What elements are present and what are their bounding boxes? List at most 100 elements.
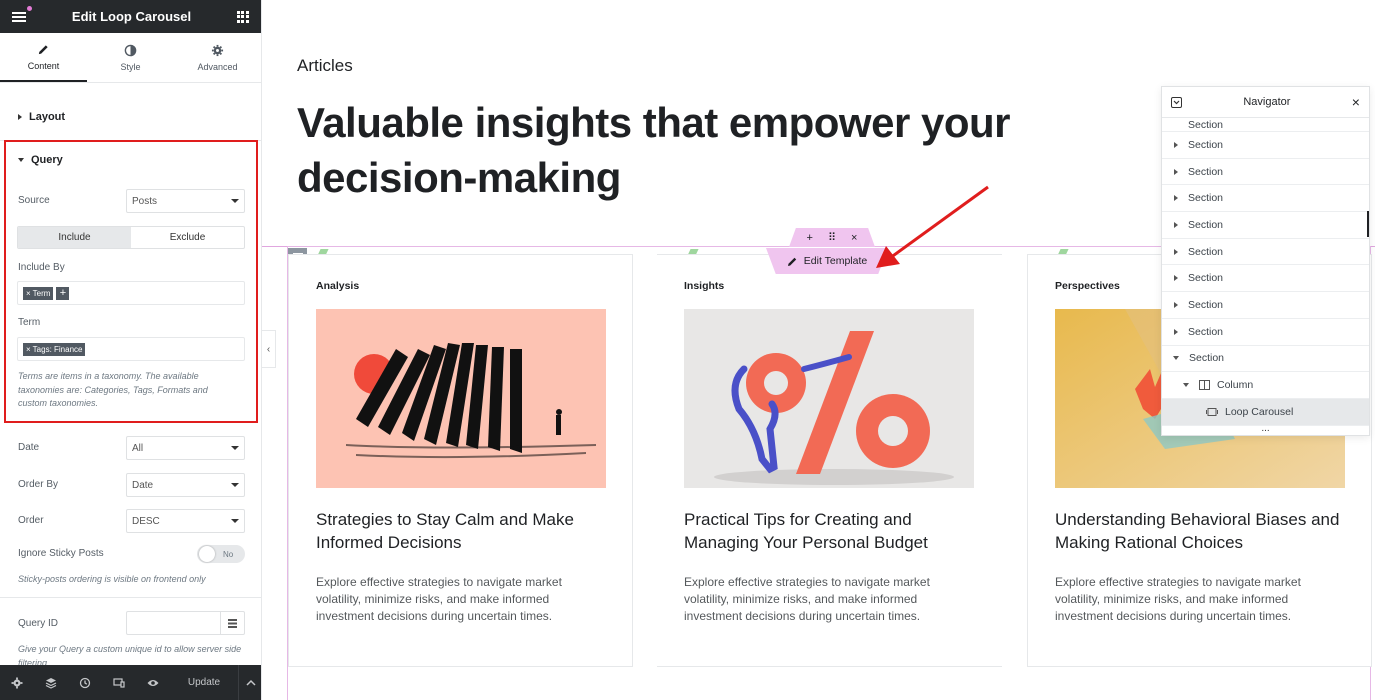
tag-remove-icon[interactable]: × <box>26 345 31 354</box>
panel-title: Edit Loop Carousel <box>71 9 192 24</box>
nav-item-label: Section <box>1188 192 1224 205</box>
nav-item-label: Section <box>1188 325 1224 338</box>
term-tag-text: Tags: Finance <box>32 344 83 354</box>
tag-remove-icon[interactable]: × <box>26 289 31 298</box>
nav-item-section-expanded[interactable]: Section <box>1162 346 1369 373</box>
panel-header: Edit Loop Carousel <box>0 0 261 33</box>
card-title[interactable]: Understanding Behavioral Biases and Maki… <box>1055 509 1355 554</box>
post-card[interactable]: Insights Practical Tips for Creating and… <box>657 254 1002 667</box>
term-tag: × Tags: Finance <box>23 342 86 356</box>
caret-right-icon <box>1174 221 1178 228</box>
tab-style-label: Style <box>120 61 141 72</box>
menu-icon[interactable] <box>12 5 32 22</box>
editor-panel: Edit Loop Carousel Content Style Advance… <box>0 0 262 700</box>
date-select[interactable]: All <box>126 436 245 460</box>
column-icon <box>1199 380 1210 391</box>
edit-template-label: Edit Template <box>803 255 868 267</box>
chevron-down-icon <box>231 446 239 450</box>
add-element-icon[interactable]: + <box>807 232 813 244</box>
chevron-up-icon <box>245 679 256 686</box>
widget-toolbar: + ⠿ × <box>789 228 875 247</box>
caret-right-icon <box>1174 248 1178 255</box>
query-id-label: Query ID <box>18 618 59 629</box>
divider <box>0 597 261 598</box>
caret-right-icon <box>1174 275 1178 282</box>
date-value: All <box>132 442 144 454</box>
card-category: Perspectives <box>1055 280 1120 292</box>
query-id-input[interactable] <box>126 611 245 635</box>
nav-item-section[interactable]: Section <box>1162 319 1369 346</box>
nav-item-loop-carousel[interactable]: Loop Carousel <box>1162 398 1369 426</box>
nav-item-section[interactable]: Section <box>1162 292 1369 319</box>
nav-item-label: Section <box>1189 352 1225 365</box>
drag-handle-icon[interactable]: ⠿ <box>828 231 836 244</box>
navigator-scrollbar[interactable] <box>1367 211 1369 237</box>
order-by-select[interactable]: Date <box>126 473 245 497</box>
nav-item-section[interactable]: Section <box>1162 159 1369 186</box>
responsive-button[interactable] <box>102 665 136 700</box>
panel-footer: Update <box>0 665 261 700</box>
nav-item-label: Column <box>1217 379 1254 392</box>
annotation-arrow <box>876 185 989 268</box>
nav-item-section[interactable]: Section <box>1162 239 1369 266</box>
card-image-dominoes[interactable] <box>316 309 606 488</box>
widgets-grid-icon[interactable] <box>236 10 249 23</box>
tab-content[interactable]: Content <box>0 33 87 82</box>
collapse-all-icon[interactable] <box>1171 96 1182 108</box>
gear-icon <box>211 44 224 56</box>
settings-button[interactable] <box>0 665 34 700</box>
source-select[interactable]: Posts <box>126 189 245 213</box>
history-button[interactable] <box>68 665 102 700</box>
collapse-panel-button[interactable]: ‹ <box>262 330 276 368</box>
chevron-down-icon <box>231 483 239 487</box>
chevron-down-icon <box>231 199 239 203</box>
close-icon[interactable]: × <box>1352 94 1360 110</box>
nav-item-column[interactable]: Column <box>1162 372 1369 399</box>
card-title[interactable]: Strategies to Stay Calm and Make Informe… <box>316 509 616 554</box>
card-category: Analysis <box>316 280 360 292</box>
layout-section-label: Layout <box>29 111 66 123</box>
add-tag-button[interactable]: + <box>56 286 70 300</box>
nav-item-section[interactable]: Section <box>1162 212 1369 239</box>
order-select[interactable]: DESC <box>126 509 245 533</box>
term-field[interactable]: × Tags: Finance <box>17 337 245 361</box>
update-button[interactable]: Update <box>170 665 238 700</box>
update-options-button[interactable] <box>238 665 261 700</box>
include-tab[interactable]: Include <box>18 227 131 248</box>
source-label: Source <box>18 195 50 206</box>
eye-icon <box>147 679 159 686</box>
dynamic-tags-button[interactable] <box>220 612 244 634</box>
caret-right-icon <box>1174 301 1178 308</box>
navigator-header: Navigator × <box>1162 87 1369 118</box>
nav-item-section[interactable]: Section <box>1162 265 1369 293</box>
tab-advanced[interactable]: Advanced <box>174 33 261 82</box>
exclude-tab[interactable]: Exclude <box>131 227 244 248</box>
query-section-toggle[interactable]: Query <box>0 154 81 166</box>
order-value: DESC <box>132 515 160 527</box>
delete-icon[interactable]: × <box>851 232 857 244</box>
preview-button[interactable] <box>136 665 170 700</box>
card-category: Insights <box>684 280 725 292</box>
caret-right-icon <box>1174 195 1178 202</box>
nav-item-section[interactable]: Section <box>1162 185 1369 213</box>
navigator-resize-handle[interactable]: ... <box>1162 423 1369 435</box>
nav-item-label: Section <box>1188 245 1224 258</box>
tab-style[interactable]: Style <box>87 33 174 82</box>
layout-section-toggle[interactable]: Layout <box>0 111 83 123</box>
nav-item-section[interactable]: Section <box>1162 118 1369 132</box>
ignore-sticky-toggle[interactable]: No <box>197 545 245 563</box>
navigator-button[interactable] <box>34 665 68 700</box>
include-by-field[interactable]: × Term + <box>17 281 245 305</box>
nav-item-section[interactable]: Section <box>1162 132 1369 159</box>
card-title[interactable]: Practical Tips for Creating and Managing… <box>684 509 984 554</box>
layers-icon <box>45 677 57 689</box>
database-icon <box>228 618 237 628</box>
nav-item-label: Section <box>1188 138 1224 151</box>
nav-item-label: Section <box>1188 298 1224 311</box>
history-icon <box>79 677 91 688</box>
card-image-percent[interactable] <box>684 309 974 488</box>
post-card[interactable]: Analysis Strategies to Stay Calm and Mak… <box>288 254 633 667</box>
chevron-down-icon <box>231 519 239 523</box>
source-value: Posts <box>132 195 158 207</box>
contrast-icon <box>124 44 137 56</box>
